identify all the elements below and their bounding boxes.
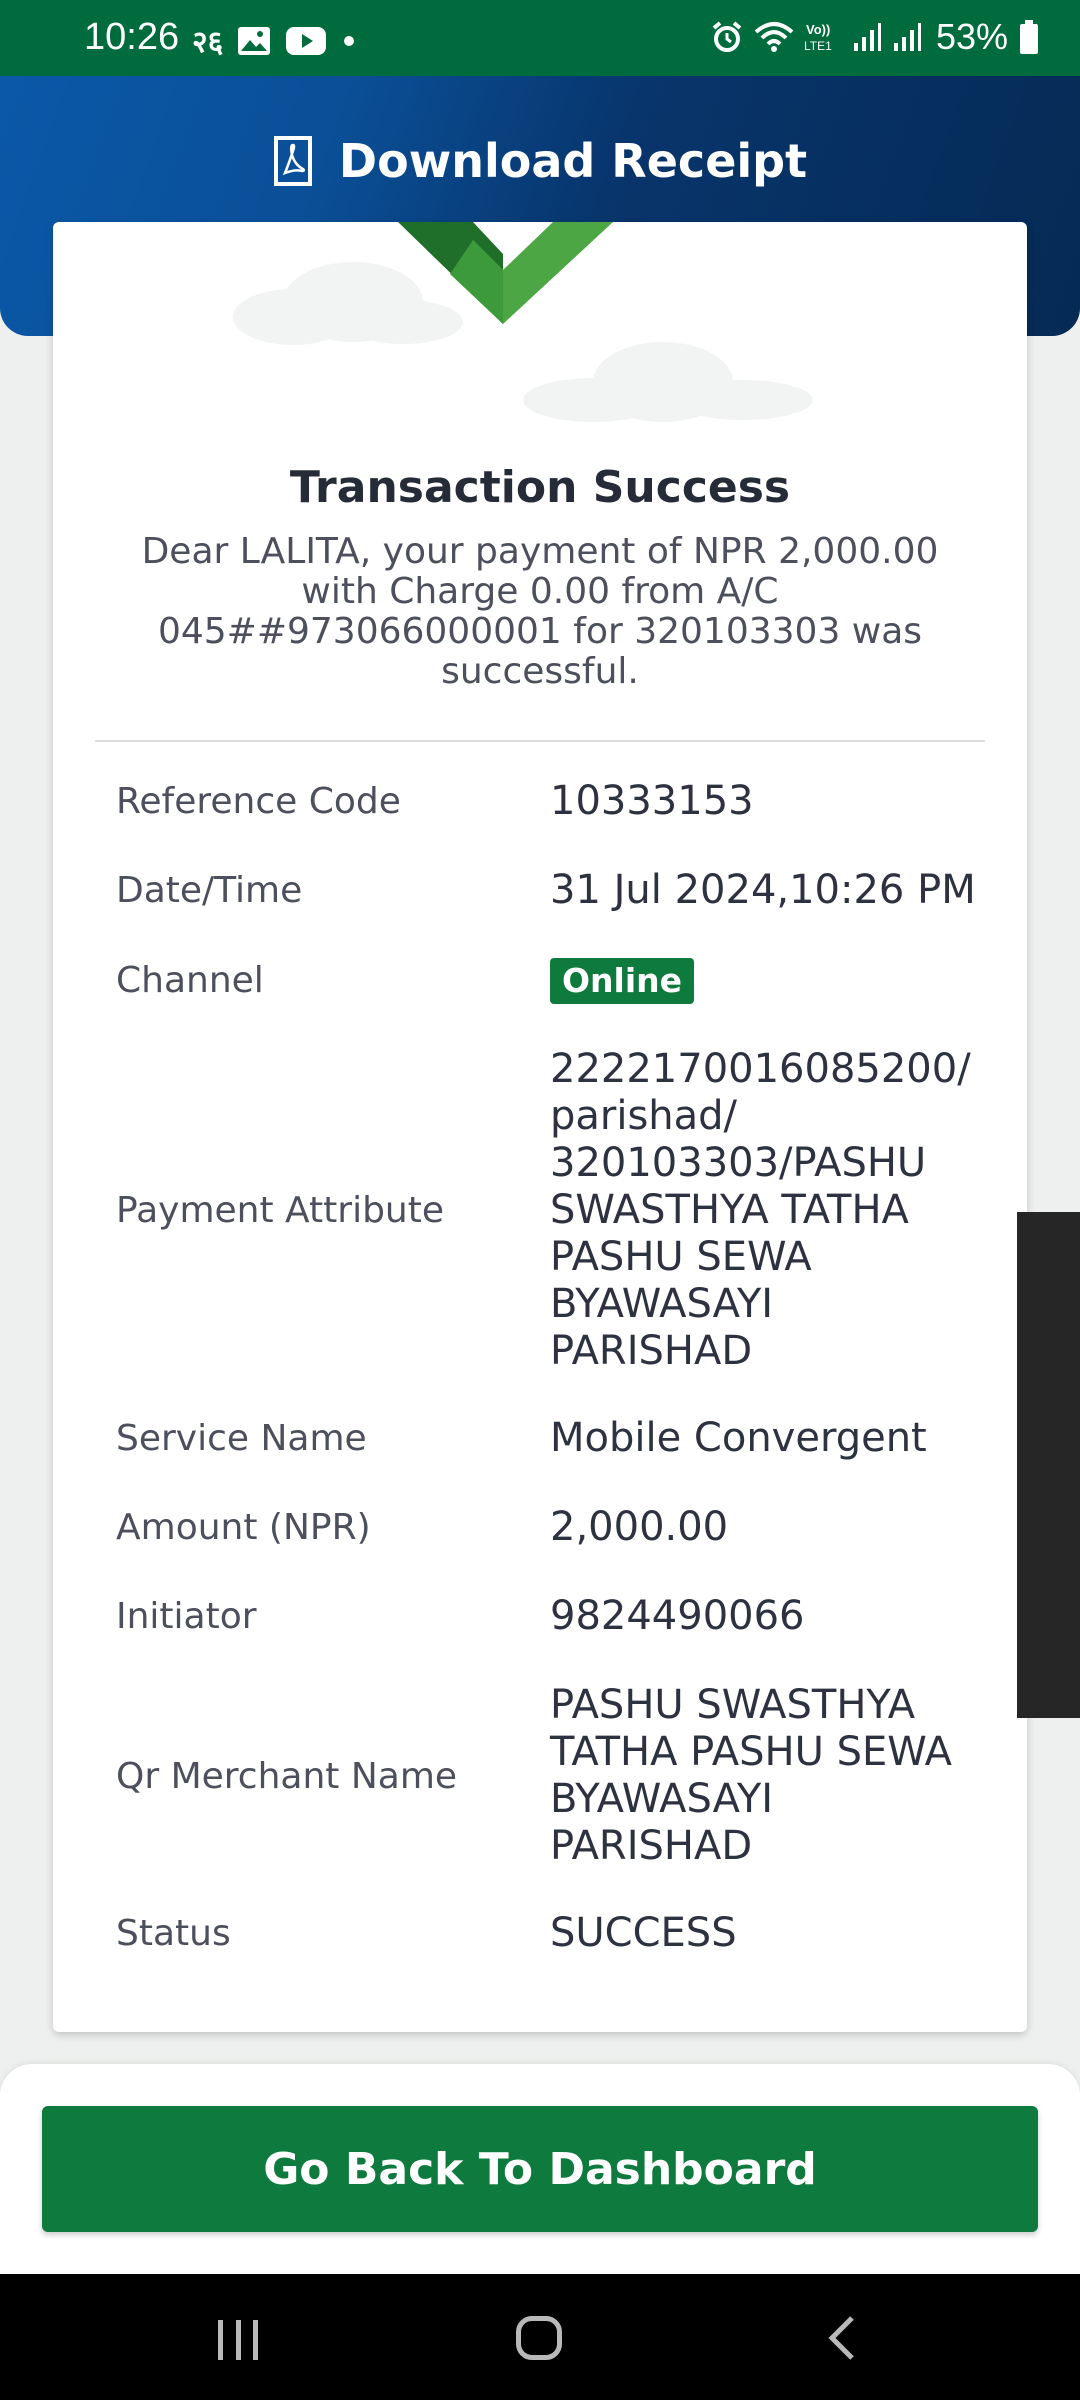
detail-value: 31 Jul 2024,10:26 PM: [550, 867, 976, 913]
detail-row-status: Status SUCCESS: [116, 1910, 986, 1957]
detail-row-initiator: Initiator 9824490066: [116, 1593, 986, 1640]
detail-label: Payment Attribute: [116, 1190, 445, 1231]
detail-row-amount: Amount (NPR) 2,000.00: [116, 1504, 986, 1551]
battery-percent: 53%: [935, 16, 1008, 57]
value-line: PARISHAD: [550, 1328, 753, 1374]
detail-value-wrap: Online: [550, 956, 986, 1004]
detail-label: Reference Code: [116, 781, 401, 822]
navigation-bar: [0, 2274, 1080, 2400]
receipt-details: Reference Code 10333153 Date/Time 31 Jul…: [116, 778, 986, 1999]
detail-label: Initiator: [116, 1596, 257, 1637]
detail-label: Channel: [116, 959, 264, 1001]
channel-badge: Online: [550, 958, 695, 1004]
volte-icon: Vo)) LTE1: [804, 22, 832, 53]
value-line: SWASTHYA TATHA: [550, 1187, 909, 1233]
nepali-calendar-icon: २६: [192, 26, 224, 59]
detail-row-reference-code: Reference Code 10333153: [116, 778, 986, 825]
value-line: 320103303/PASHU: [550, 1140, 927, 1186]
status-time: 10:26: [84, 16, 180, 58]
detail-row-date-time: Date/Time 31 Jul 2024,10:26 PM: [116, 867, 986, 914]
detail-label: Date/Time: [116, 870, 303, 911]
notification-icons: २६: [192, 20, 357, 61]
detail-row-channel: Channel Online: [116, 956, 986, 1004]
svg-text:Vo)): Vo)): [806, 22, 830, 37]
recents-icon[interactable]: [218, 2320, 258, 2360]
value-line: PASHU SWASTHYA: [550, 1682, 916, 1728]
detail-row-qr-merchant-name: Qr Merchant Name PASHU SWASTHYA TATHA PA…: [116, 1682, 986, 1870]
system-icons: Vo)) LTE1 53%: [710, 16, 1040, 58]
success-illustration: [53, 222, 1027, 422]
back-icon[interactable]: [826, 2314, 856, 2362]
detail-label: Qr Merchant Name: [116, 1755, 458, 1797]
detail-label: Service Name: [116, 1418, 367, 1459]
signal-icon-2: [893, 23, 921, 51]
header-title: Download Receipt: [338, 134, 808, 188]
value-line: BYAWASAYI: [550, 1776, 774, 1822]
value-line: PARISHAD: [550, 1823, 753, 1869]
detail-value: 2222170016085200/ parishad/ 320103303/PA…: [550, 1046, 986, 1375]
detail-label: Status: [116, 1913, 231, 1954]
transaction-title: Transaction Success: [289, 462, 791, 513]
battery-icon: [1020, 20, 1038, 54]
transaction-message: Dear LALITA, your payment of NPR 2,000.0…: [141, 531, 939, 692]
download-receipt-button[interactable]: Download Receipt: [0, 126, 1080, 196]
value-line: BYAWASAYI: [550, 1281, 774, 1327]
value-line: parishad/: [550, 1093, 738, 1139]
cloud-illustration: [233, 222, 813, 422]
go-back-to-dashboard-button[interactable]: Go Back To Dashboard: [42, 2106, 1038, 2232]
home-icon[interactable]: [516, 2316, 562, 2360]
detail-value: Mobile Convergent: [550, 1415, 927, 1461]
receipt-card: Transaction Success Dear LALITA, your pa…: [53, 222, 1027, 2032]
gallery-icon: [238, 26, 271, 55]
alarm-icon: [712, 21, 742, 52]
detail-value: 9824490066: [550, 1593, 805, 1639]
detail-value: 10333153: [550, 778, 754, 824]
wifi-icon: [754, 22, 794, 52]
detail-value: 2,000.00: [550, 1504, 729, 1550]
bottom-action-panel: Go Back To Dashboard: [0, 2064, 1080, 2274]
divider: [95, 740, 985, 742]
status-bar: 10:26 २६ Vo)) LTE1 53%: [0, 0, 1080, 76]
svg-text:LTE1: LTE1: [804, 39, 832, 53]
dot-icon: [344, 35, 355, 46]
signal-icon: [853, 23, 881, 51]
value-line: 2222170016085200/: [550, 1046, 971, 1092]
detail-value: PASHU SWASTHYA TATHA PASHU SEWA BYAWASAY…: [550, 1682, 986, 1870]
value-line: PASHU SEWA: [550, 1234, 812, 1280]
edge-panel-handle[interactable]: [1017, 1212, 1080, 1718]
detail-label: Amount (NPR): [116, 1507, 371, 1548]
detail-value: SUCCESS: [550, 1910, 737, 1956]
value-line: TATHA PASHU SEWA: [550, 1729, 952, 1775]
detail-row-payment-attribute: Payment Attribute 2222170016085200/ pari…: [116, 1046, 986, 1375]
pdf-icon: [273, 136, 312, 186]
detail-row-service-name: Service Name Mobile Convergent: [116, 1415, 986, 1462]
youtube-icon: [286, 26, 327, 55]
